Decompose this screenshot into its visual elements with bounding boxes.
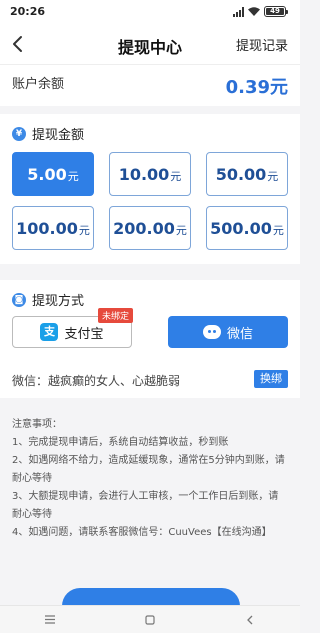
amount-option-button[interactable]: 10.00 元 — [109, 152, 191, 196]
notes-item: 1、完成提现申请后，系统自动结算收益，秒到账 — [12, 437, 229, 448]
amount-unit: 元 — [170, 170, 182, 183]
battery-level: 49 — [266, 8, 284, 15]
status-bar: 20:26 49 — [0, 0, 300, 24]
switch-binding-button[interactable]: 换绑 — [254, 370, 288, 388]
amount-value: 10.00 — [118, 165, 170, 184]
back-icon[interactable] — [244, 614, 256, 626]
method-section-header: ◙ 提现方式 — [12, 290, 84, 309]
wechat-icon — [202, 325, 221, 339]
notes-item: 2、如遇网络不给力，造成延缓现象，通常在5分钟内到账，请耐心等待 — [12, 455, 285, 484]
amount-unit: 元 — [267, 170, 279, 183]
amount-unit: 元 — [175, 224, 187, 237]
method-section-title: 提现方式 — [32, 294, 85, 309]
notes-title: 注意事项： — [12, 419, 62, 430]
amount-value: 50.00 — [215, 165, 267, 184]
notes-item: 3、大额提现申请，会进行人工审核，一个工作日后到账，请耐心等待 — [12, 491, 279, 520]
alipay-icon: 支 — [40, 323, 59, 341]
amount-option-button[interactable]: 200.00 元 — [109, 206, 191, 250]
yen-icon: ¥ — [12, 126, 26, 141]
amount-unit: 元 — [67, 170, 79, 183]
amount-value: 100.00 — [16, 219, 78, 238]
balance-row: 账户余额 0.39元 — [0, 64, 300, 106]
signal-icon — [233, 6, 244, 17]
amount-option-button[interactable]: 50.00 元 — [206, 152, 288, 196]
status-icons: 49 — [233, 6, 288, 17]
balance-label: 账户余额 — [12, 77, 65, 92]
system-nav-bar — [0, 605, 300, 633]
unbound-badge: 未绑定 — [97, 308, 133, 323]
home-icon[interactable] — [144, 614, 156, 626]
notes-section: 注意事项： 1、完成提现申请后，系统自动结算收益，秒到账 2、如遇网络不给力，造… — [12, 416, 288, 542]
withdraw-records-link[interactable]: 提现记录 — [236, 35, 288, 54]
amount-section-header: ¥ 提现金额 — [12, 124, 84, 143]
amount-option-button[interactable]: 5.00 元 — [12, 152, 94, 196]
wechat-option-button[interactable]: 微信 — [168, 316, 288, 348]
amount-value: 5.00 — [27, 165, 67, 184]
alipay-label: 支付宝 — [64, 326, 104, 342]
wechat-label: 微信 — [226, 326, 253, 342]
amount-value: 200.00 — [113, 219, 175, 238]
amount-section-title: 提现金额 — [32, 128, 85, 143]
withdraw-amount-card: ¥ 提现金额 5.00 元 10.00 元 50.00 元 100.00 元 200.00 元 50… — [0, 114, 300, 264]
amount-unit: 元 — [272, 224, 284, 237]
alipay-option-button[interactable]: 支 支付宝 未绑定 — [12, 308, 133, 348]
notes-item: 4、如遇问题，请联系客服微信号：CuuVees【在线沟通】 — [12, 527, 272, 538]
amount-option-button[interactable]: 500.00 元 — [206, 206, 288, 250]
wifi-icon — [248, 7, 260, 16]
wechat-account-text: 微信：越疯癫的女人、心越脆弱 — [12, 374, 181, 388]
nav-bar: 提现中心 提现记录 — [0, 24, 300, 64]
withdraw-method-card: ◙ 提现方式 支 支付宝 未绑定 微信 微信：越疯癫的女人、心越脆弱 换绑 — [0, 280, 300, 398]
amount-unit: 元 — [78, 224, 90, 237]
wallet-icon: ◙ — [12, 292, 26, 307]
amount-option-button[interactable]: 100.00 元 — [12, 206, 94, 250]
amount-options: 5.00 元 10.00 元 50.00 元 100.00 元 200.00 元 500.00 元 — [12, 152, 288, 250]
menu-icon[interactable] — [44, 614, 56, 626]
battery-icon: 49 — [264, 6, 288, 17]
status-time: 20:26 — [10, 5, 46, 18]
balance-value: 0.39元 — [225, 77, 288, 98]
amount-value: 500.00 — [210, 219, 272, 238]
